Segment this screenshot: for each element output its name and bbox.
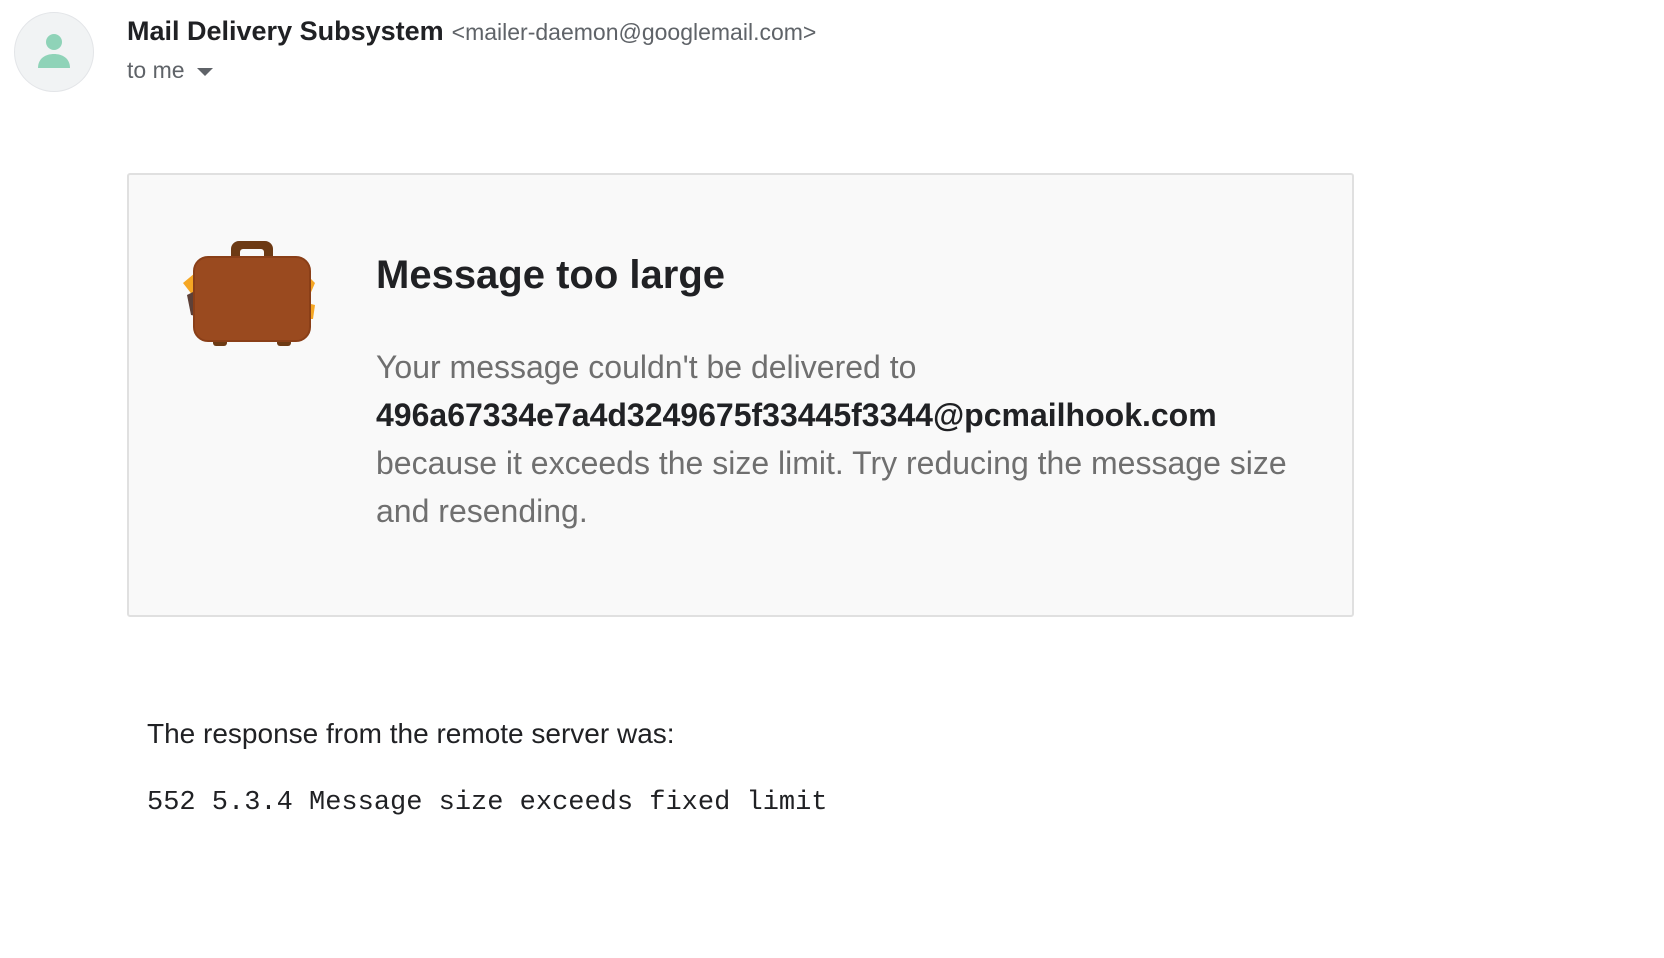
- message-header: Mail Delivery Subsystem <mailer-daemon@g…: [127, 16, 816, 84]
- notice-content: Message too large Your message couldn't …: [376, 253, 1316, 535]
- failed-recipient: 496a67334e7a4d3249675f33445f3344@pcmailh…: [376, 397, 1217, 433]
- notice-title: Message too large: [376, 253, 726, 297]
- chevron-down-icon[interactable]: [196, 68, 213, 76]
- sender-line: Mail Delivery Subsystem <mailer-daemon@g…: [127, 16, 816, 47]
- sender-name[interactable]: Mail Delivery Subsystem: [127, 16, 444, 47]
- recipient-details-toggle[interactable]: to me: [127, 57, 816, 84]
- recipient-label: to me: [127, 57, 185, 83]
- notice-body: Your message couldn't be delivered to 49…: [376, 343, 1316, 535]
- person-icon: [38, 34, 70, 68]
- bounce-notice-card: Message too large Your message couldn't …: [127, 173, 1354, 617]
- response-code: 552 5.3.4 Message size exceeds fixed lim…: [147, 788, 828, 818]
- sender-email: <mailer-daemon@googlemail.com>: [451, 19, 817, 45]
- response-label: The response from the remote server was:: [147, 718, 675, 749]
- notice-text-before: Your message couldn't be delivered to: [376, 349, 917, 385]
- avatar[interactable]: [14, 12, 94, 92]
- suitcase-icon: [181, 239, 321, 354]
- notice-text-after: because it exceeds the size limit. Try r…: [376, 445, 1287, 529]
